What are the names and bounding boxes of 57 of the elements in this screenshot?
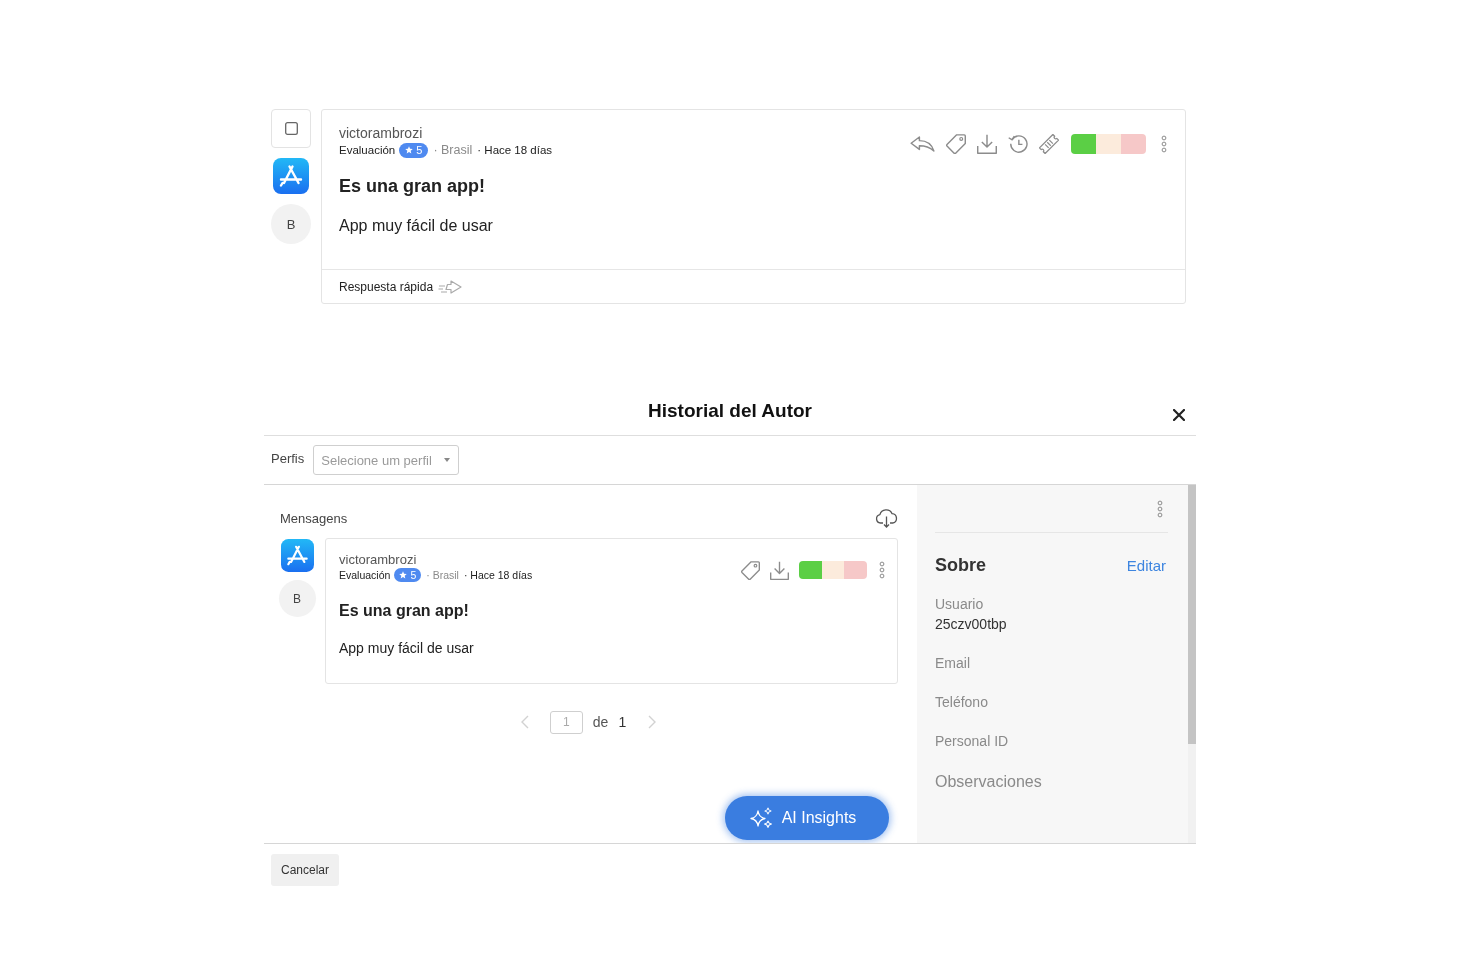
checkbox[interactable] [284,122,298,135]
review-time: · Hace 18 días [463,568,533,582]
field-label: Usuario [935,595,985,614]
profiles-label: Perfis [271,451,305,466]
star-icon [405,146,414,154]
review-title: Es una gran app! [339,601,470,621]
field-label: Email [935,654,971,673]
history-icon[interactable] [1008,134,1028,154]
ai-insights-button[interactable]: AI Insights [725,796,889,840]
reply-icon[interactable] [910,136,935,152]
rating-label: Evaluación [339,568,391,582]
page-total: 1 [618,714,627,730]
field-label: Observaciones [935,772,1043,792]
rating-value: 5 [416,143,423,158]
sentiment-segment[interactable] [821,561,845,579]
review-time: · Hace 18 días [477,143,553,158]
sparkle-icon [749,807,773,829]
scrollbar-thumb[interactable] [1188,485,1196,744]
quick-reply-link[interactable]: Respuesta rápida [339,279,434,294]
field-value: 25czv00tbp [935,615,1008,634]
more-options-icon[interactable] [879,561,885,579]
avatar-initial: B [271,204,311,244]
author-name: victorambrozi [339,124,424,142]
ticket-icon[interactable] [1039,134,1059,154]
tag-icon[interactable] [946,134,966,154]
page-of-label: de [592,714,609,730]
edit-link[interactable]: Editar [1126,557,1168,574]
close-button[interactable] [1173,409,1185,421]
cloud-download-icon[interactable] [875,508,898,528]
download-icon[interactable] [770,560,789,580]
profile-select[interactable]: Selecione um perfil [313,445,460,475]
star-icon [399,571,408,579]
more-options-icon[interactable] [1161,135,1167,153]
rating-label: Evaluación [339,143,396,158]
avatar-initial: B [278,580,316,617]
page-input[interactable]: 1 [549,710,583,734]
download-icon[interactable] [977,134,997,154]
country-text: · Brasil [433,142,473,158]
cancel-button[interactable]: Cancelar [271,854,339,886]
review-text: App muy fácil de usar [339,639,475,658]
modal-title: Historial del Autor [648,399,812,423]
app-store-icon [280,539,314,572]
messages-heading: Mensagens [280,510,348,526]
quick-reply-icon[interactable] [438,279,463,294]
more-options-icon[interactable] [1157,499,1163,518]
rating-value: 5 [410,568,417,582]
review-title: Es una gran app! [339,175,487,198]
tag-icon[interactable] [741,560,760,580]
close-icon [1173,409,1185,421]
field-label: Teléfono [935,693,989,712]
field-label: Personal ID [935,732,1010,751]
author-name: victorambrozi [339,552,418,568]
review-text: App muy fácil de usar [339,216,494,236]
about-heading: Sobre [935,554,986,577]
country-text: · Brasil [426,568,459,582]
caret-icon [444,458,451,462]
app-store-icon [273,158,309,194]
